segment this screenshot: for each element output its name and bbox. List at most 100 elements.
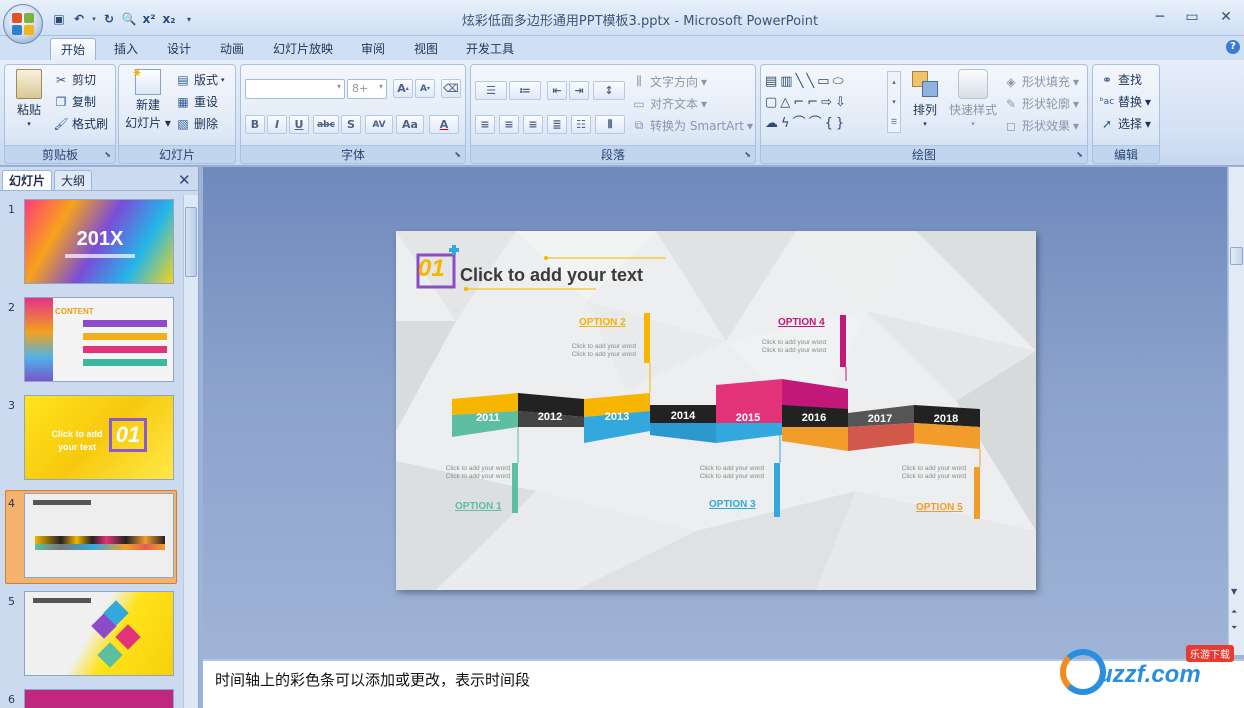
- option-5-text[interactable]: Click to add your word Click to add your …: [866, 465, 966, 481]
- option-1-text[interactable]: Click to add your word Click to add your …: [410, 465, 510, 481]
- next-slide-icon[interactable]: ⏷: [1231, 623, 1237, 633]
- font-color-button[interactable]: A: [429, 115, 459, 134]
- shadow-button[interactable]: S: [341, 115, 361, 134]
- pen-icon: ✎: [1005, 96, 1017, 111]
- distributed-button[interactable]: ☷: [571, 115, 591, 134]
- paragraph-launcher-icon[interactable]: ⬊: [744, 150, 751, 159]
- strikethrough-button[interactable]: abc: [313, 115, 339, 134]
- option-5-label[interactable]: OPTION 5: [916, 502, 963, 513]
- slide-title[interactable]: Click to add your text: [460, 265, 643, 286]
- shapes-gallery[interactable]: ▤▥╲╲▭⬭ ▢△⌐⌐⇨⇩ ☁ϟ⌒⌒{}: [765, 71, 887, 133]
- undo-dropdown-icon[interactable]: ▾: [90, 10, 98, 28]
- grow-font-button[interactable]: A ▴: [393, 79, 413, 98]
- slide-thumbnail-6[interactable]: [24, 689, 174, 708]
- char-spacing-button[interactable]: AV: [365, 115, 393, 134]
- drawing-launcher-icon[interactable]: ⬊: [1076, 150, 1083, 159]
- slide-thumbnail-4[interactable]: [24, 493, 174, 578]
- print-preview-icon[interactable]: 🔍: [120, 10, 138, 28]
- option-2-text[interactable]: Click to add your word Click to add your …: [536, 343, 636, 359]
- slide-scrollbar[interactable]: ▼ ⏶ ⏷: [1228, 167, 1244, 655]
- scroll-thumb[interactable]: [1230, 247, 1243, 265]
- shape-fill-button[interactable]: ◈ 形状填充 ▾: [1003, 73, 1079, 90]
- prev-slide-icon[interactable]: ⏶: [1231, 607, 1237, 617]
- align-right-button[interactable]: ≡: [523, 115, 543, 134]
- align-text-button[interactable]: ▭ 对齐文本 ▾: [631, 95, 707, 112]
- slide-thumbnail-3[interactable]: Click to add your text 01: [24, 395, 174, 480]
- italic-button[interactable]: I: [267, 115, 287, 134]
- tab-slideshow[interactable]: 幻灯片放映: [263, 38, 343, 60]
- select-button[interactable]: ➚ 选择 ▾: [1099, 115, 1151, 132]
- tab-slides[interactable]: 幻灯片: [2, 170, 53, 190]
- smartart-button[interactable]: ⧉ 转换为 SmartArt ▾: [631, 117, 753, 134]
- thumbnail-scrollbar[interactable]: [183, 195, 198, 708]
- underline-button[interactable]: U: [289, 115, 309, 134]
- copy-button[interactable]: ❐ 复制: [53, 93, 96, 110]
- shapes-gallery-scroll[interactable]: ▴ ▾ ☰: [887, 71, 901, 133]
- undo-icon[interactable]: ↶: [70, 10, 88, 28]
- slide-thumbnail-1[interactable]: 201X: [24, 199, 174, 284]
- option-2-label[interactable]: OPTION 2: [579, 317, 626, 328]
- find-button[interactable]: ⚭ 查找: [1099, 71, 1142, 88]
- slide-thumbnail-2[interactable]: CONTENT: [24, 297, 174, 382]
- scroll-down-icon[interactable]: ▼: [1231, 587, 1237, 596]
- align-center-button[interactable]: ≡: [499, 115, 519, 134]
- option-4-text[interactable]: Click to add your word Click to add your …: [726, 339, 826, 355]
- minimize-button[interactable]: ─: [1146, 6, 1174, 28]
- dialog-launcher-icon[interactable]: ⬊: [104, 150, 111, 159]
- notes-text[interactable]: 时间轴上的彩色条可以添加或更改，表示时间段: [215, 669, 530, 690]
- redo-icon[interactable]: ↻: [100, 10, 118, 28]
- delete-slide-button[interactable]: ▧ 删除: [175, 115, 218, 132]
- help-icon[interactable]: ?: [1226, 40, 1240, 54]
- tab-insert[interactable]: 插入: [104, 38, 148, 60]
- quick-styles-button[interactable]: 快速样式 ▾: [947, 69, 999, 128]
- decrease-indent-button[interactable]: ⇤: [547, 81, 567, 100]
- format-painter-button[interactable]: 🖌 格式刷: [53, 115, 108, 132]
- slide-thumbnail-5[interactable]: [24, 591, 174, 676]
- scroll-thumb[interactable]: [185, 207, 197, 277]
- font-size-combobox[interactable]: 8+ ▾: [347, 79, 387, 99]
- option-1-label[interactable]: OPTION 1: [455, 501, 502, 512]
- subscript-icon[interactable]: x₂: [160, 10, 178, 28]
- tab-view[interactable]: 视图: [404, 38, 448, 60]
- close-button[interactable]: ✕: [1212, 6, 1240, 28]
- columns-button[interactable]: ⫴: [595, 115, 625, 134]
- new-slide-button[interactable]: ✷ 新建 幻灯片 ▾: [125, 66, 171, 131]
- cut-button[interactable]: ✂ 剪切: [53, 71, 96, 88]
- tab-animations[interactable]: 动画: [210, 38, 254, 60]
- save-icon[interactable]: ▣: [50, 10, 68, 28]
- reset-button[interactable]: ▦ 重设: [175, 93, 218, 110]
- font-launcher-icon[interactable]: ⬊: [454, 150, 461, 159]
- tab-outline[interactable]: 大纲: [54, 170, 93, 190]
- justify-button[interactable]: ≣: [547, 115, 567, 134]
- paste-button[interactable]: 粘贴 ▾: [11, 69, 47, 128]
- shrink-font-button[interactable]: A ▾: [415, 79, 435, 98]
- change-case-button[interactable]: Aa: [396, 115, 424, 134]
- clear-formatting-button[interactable]: ⌫: [441, 79, 461, 98]
- shape-effects-button[interactable]: ◻ 形状效果 ▾: [1003, 117, 1079, 134]
- bullets-button[interactable]: ☰: [475, 81, 507, 100]
- arrange-button[interactable]: 排列 ▾: [905, 69, 945, 128]
- bold-button[interactable]: B: [245, 115, 265, 134]
- line-spacing-button[interactable]: ↕: [593, 81, 625, 100]
- tab-design[interactable]: 设计: [157, 38, 201, 60]
- close-pane-icon[interactable]: ✕: [178, 171, 191, 189]
- option-3-label[interactable]: OPTION 3: [709, 499, 756, 510]
- superscript-icon[interactable]: x²: [140, 10, 158, 28]
- tab-review[interactable]: 审阅: [351, 38, 395, 60]
- tab-home[interactable]: 开始: [50, 38, 97, 60]
- increase-indent-button[interactable]: ⇥: [569, 81, 589, 100]
- align-left-button[interactable]: ≡: [475, 115, 495, 134]
- maximize-button[interactable]: ▭: [1178, 6, 1206, 28]
- option-4-label[interactable]: OPTION 4: [778, 317, 825, 328]
- option-3-text[interactable]: Click to add your word Click to add your …: [664, 465, 764, 481]
- shape-outline-button[interactable]: ✎ 形状轮廓 ▾: [1003, 95, 1079, 112]
- numbering-button[interactable]: ≔: [509, 81, 541, 100]
- layout-button[interactable]: ▤ 版式 ▾: [175, 71, 224, 88]
- text-direction-button[interactable]: ⫼ 文字方向 ▾: [631, 73, 707, 90]
- tab-developer[interactable]: 开发工具: [456, 38, 524, 60]
- replace-button[interactable]: ᵇac 替换 ▾: [1099, 93, 1151, 110]
- customize-toolbar-icon[interactable]: ▾: [180, 10, 198, 28]
- office-button[interactable]: [3, 4, 43, 44]
- current-slide[interactable]: 2011 2012 2013 2014 2015 2016 2017 2018 01 Clic…: [396, 231, 1036, 590]
- font-name-combobox[interactable]: ▾: [245, 79, 345, 99]
